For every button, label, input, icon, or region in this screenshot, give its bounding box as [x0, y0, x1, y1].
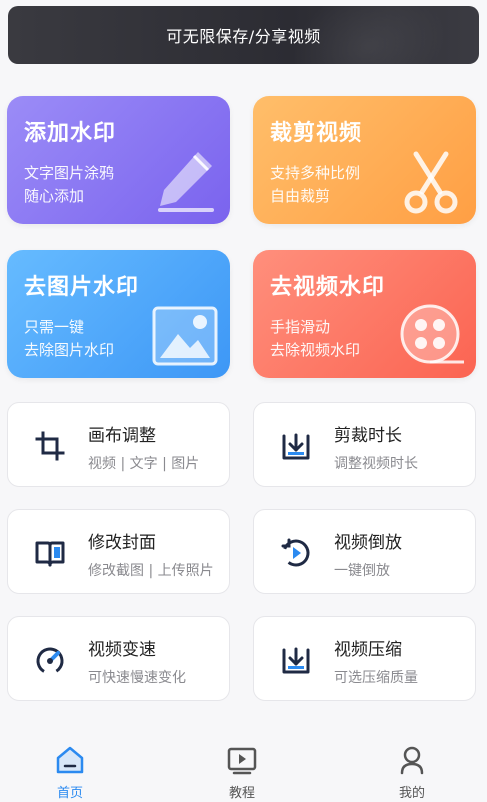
tool-name: 视频压缩 — [334, 640, 402, 660]
remove-video-watermark-card[interactable]: 去视频水印 手指滑动 去除视频水印 — [253, 250, 476, 378]
video-reverse-tool[interactable]: 视频倒放 一键倒放 — [253, 509, 476, 594]
reverse-play-icon — [281, 538, 310, 567]
speedometer-icon — [36, 647, 64, 675]
card-subtitle-line1: 只需一键 — [24, 318, 85, 336]
card-title: 去图片水印 — [24, 275, 140, 300]
top-banner[interactable]: 可无限保存/分享视频 — [8, 6, 479, 64]
card-title: 裁剪视频 — [270, 121, 363, 146]
tab-home[interactable]: 首页 — [30, 744, 110, 802]
image-icon — [152, 306, 218, 366]
tool-name: 视频变速 — [88, 640, 156, 660]
card-subtitle-line2: 随心添加 — [24, 187, 85, 205]
tool-desc: 可快速慢速变化 — [88, 670, 186, 686]
video-compress-tool[interactable]: 视频压缩 可选压缩质量 — [253, 616, 476, 701]
crop-icon — [35, 431, 65, 461]
tool-name: 剪裁时长 — [334, 426, 402, 446]
card-subtitle: 手指滑动 去除视频水印 — [270, 316, 360, 362]
compress-icon — [282, 647, 310, 674]
tab-label: 首页 — [56, 786, 83, 801]
user-icon — [400, 746, 424, 775]
tab-label: 教程 — [228, 786, 255, 801]
card-subtitle: 支持多种比例 自由裁剪 — [270, 162, 360, 208]
edit-cover-tool[interactable]: 修改封面 修改截图 | 上传照片 — [7, 509, 230, 594]
tool-desc: 视频 | 文字 | 图片 — [88, 456, 200, 472]
tool-name: 画布调整 — [88, 426, 156, 446]
trim-download-icon — [282, 433, 310, 460]
home-icon — [56, 746, 84, 774]
crop-video-card[interactable]: 裁剪视频 支持多种比例 自由裁剪 — [253, 96, 476, 224]
tab-tutorial[interactable]: 教程 — [202, 744, 282, 802]
scissors-icon — [404, 151, 458, 214]
remove-image-watermark-card[interactable]: 去图片水印 只需一键 去除图片水印 — [7, 250, 230, 378]
card-subtitle-line1: 文字图片涂鸦 — [24, 164, 115, 182]
card-title: 添加水印 — [24, 121, 117, 146]
tool-desc: 修改截图 | 上传照片 — [88, 563, 214, 579]
card-title: 去视频水印 — [270, 275, 386, 300]
book-icon — [35, 541, 65, 567]
tool-desc: 一键倒放 — [334, 563, 390, 579]
card-subtitle-line1: 支持多种比例 — [270, 164, 361, 182]
card-subtitle-line2: 去除视频水印 — [270, 341, 361, 359]
banner-text: 可无限保存/分享视频 — [166, 27, 321, 46]
card-subtitle-line2: 自由裁剪 — [270, 187, 331, 205]
card-subtitle: 文字图片涂鸦 随心添加 — [24, 162, 114, 208]
play-square-icon — [227, 747, 257, 775]
tool-name: 修改封面 — [88, 533, 156, 553]
video-speed-tool[interactable]: 视频变速 可快速慢速变化 — [7, 616, 230, 701]
trim-duration-tool[interactable]: 剪裁时长 调整视频时长 — [253, 402, 476, 487]
tab-label: 我的 — [398, 786, 425, 801]
tool-desc: 调整视频时长 — [334, 456, 418, 472]
add-watermark-card[interactable]: 添加水印 文字图片涂鸦 随心添加 — [7, 96, 230, 224]
tab-mine[interactable]: 我的 — [372, 744, 452, 802]
film-reel-icon — [400, 304, 464, 364]
card-subtitle-line1: 手指滑动 — [270, 318, 331, 336]
tool-desc: 可选压缩质量 — [334, 670, 418, 686]
canvas-adjust-tool[interactable]: 画布调整 视频 | 文字 | 图片 — [7, 402, 230, 487]
card-subtitle: 只需一键 去除图片水印 — [24, 316, 114, 362]
pencil-icon — [158, 152, 214, 212]
bottom-tab-bar: 首页 教程 我的 — [0, 732, 487, 802]
tool-name: 视频倒放 — [334, 533, 402, 553]
card-subtitle-line2: 去除图片水印 — [24, 341, 115, 359]
